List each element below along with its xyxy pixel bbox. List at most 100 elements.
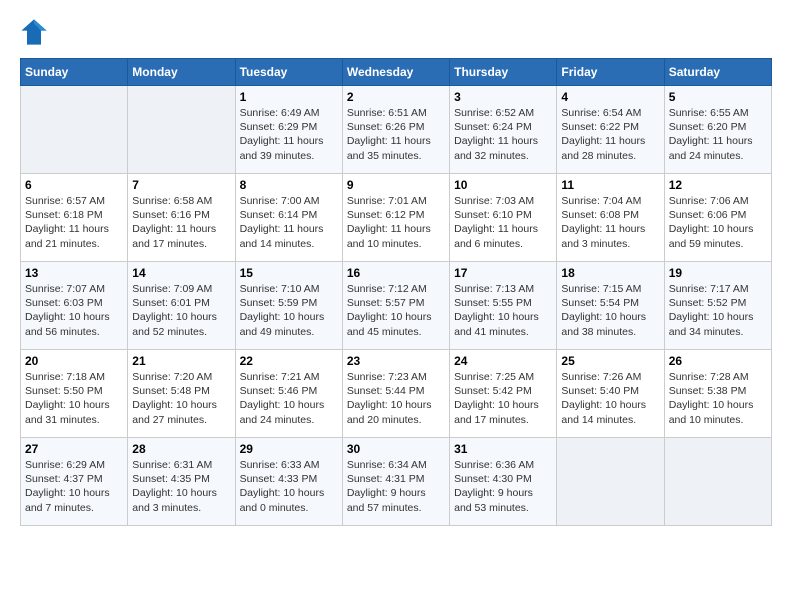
weekday-header-saturday: Saturday [664, 59, 771, 86]
weekday-header-wednesday: Wednesday [342, 59, 449, 86]
day-number: 1 [240, 90, 338, 104]
calendar-cell: 26 Sunrise: 7:28 AM Sunset: 5:38 PM Dayli… [664, 350, 771, 438]
day-number: 30 [347, 442, 445, 456]
day-info: Sunrise: 7:13 AM Sunset: 5:55 PM Dayligh… [454, 282, 552, 339]
day-info: Sunrise: 7:09 AM Sunset: 6:01 PM Dayligh… [132, 282, 230, 339]
day-info: Sunrise: 7:10 AM Sunset: 5:59 PM Dayligh… [240, 282, 338, 339]
logo [20, 20, 52, 48]
day-info: Sunrise: 7:28 AM Sunset: 5:38 PM Dayligh… [669, 370, 767, 427]
day-info: Sunrise: 6:58 AM Sunset: 6:16 PM Dayligh… [132, 194, 230, 251]
weekday-header-tuesday: Tuesday [235, 59, 342, 86]
day-info: Sunrise: 7:26 AM Sunset: 5:40 PM Dayligh… [561, 370, 659, 427]
calendar-cell [128, 86, 235, 174]
day-info: Sunrise: 7:01 AM Sunset: 6:12 PM Dayligh… [347, 194, 445, 251]
calendar-cell: 25 Sunrise: 7:26 AM Sunset: 5:40 PM Dayli… [557, 350, 664, 438]
day-number: 29 [240, 442, 338, 456]
day-info: Sunrise: 7:06 AM Sunset: 6:06 PM Dayligh… [669, 194, 767, 251]
calendar-cell: 17 Sunrise: 7:13 AM Sunset: 5:55 PM Dayli… [450, 262, 557, 350]
day-number: 4 [561, 90, 659, 104]
day-info: Sunrise: 6:49 AM Sunset: 6:29 PM Dayligh… [240, 106, 338, 163]
day-number: 8 [240, 178, 338, 192]
calendar-cell: 19 Sunrise: 7:17 AM Sunset: 5:52 PM Dayli… [664, 262, 771, 350]
day-info: Sunrise: 6:52 AM Sunset: 6:24 PM Dayligh… [454, 106, 552, 163]
day-number: 25 [561, 354, 659, 368]
calendar-cell [664, 438, 771, 526]
day-info: Sunrise: 7:20 AM Sunset: 5:48 PM Dayligh… [132, 370, 230, 427]
calendar-cell [21, 86, 128, 174]
day-number: 3 [454, 90, 552, 104]
weekday-header-friday: Friday [557, 59, 664, 86]
day-info: Sunrise: 7:23 AM Sunset: 5:44 PM Dayligh… [347, 370, 445, 427]
calendar-cell: 27 Sunrise: 6:29 AM Sunset: 4:37 PM Dayli… [21, 438, 128, 526]
weekday-header-sunday: Sunday [21, 59, 128, 86]
day-number: 11 [561, 178, 659, 192]
calendar-cell [557, 438, 664, 526]
weekday-header-thursday: Thursday [450, 59, 557, 86]
calendar-cell: 12Sunrise: 7:06 AM Sunset: 6:06 PM Dayli… [664, 174, 771, 262]
day-number: 10 [454, 178, 552, 192]
day-info: Sunrise: 6:36 AM Sunset: 4:30 PM Dayligh… [454, 458, 552, 515]
day-info: Sunrise: 6:54 AM Sunset: 6:22 PM Dayligh… [561, 106, 659, 163]
calendar-cell: 6Sunrise: 6:57 AM Sunset: 6:18 PM Daylig… [21, 174, 128, 262]
day-number: 24 [454, 354, 552, 368]
day-info: Sunrise: 7:00 AM Sunset: 6:14 PM Dayligh… [240, 194, 338, 251]
calendar-cell: 21 Sunrise: 7:20 AM Sunset: 5:48 PM Dayli… [128, 350, 235, 438]
day-number: 26 [669, 354, 767, 368]
day-number: 21 [132, 354, 230, 368]
day-info: Sunrise: 6:34 AM Sunset: 4:31 PM Dayligh… [347, 458, 445, 515]
day-number: 19 [669, 266, 767, 280]
day-number: 18 [561, 266, 659, 280]
calendar-cell: 20 Sunrise: 7:18 AM Sunset: 5:50 PM Dayli… [21, 350, 128, 438]
day-number: 2 [347, 90, 445, 104]
day-number: 14 [132, 266, 230, 280]
day-info: Sunrise: 7:18 AM Sunset: 5:50 PM Dayligh… [25, 370, 123, 427]
calendar-cell: 14 Sunrise: 7:09 AM Sunset: 6:01 PM Dayli… [128, 262, 235, 350]
day-number: 27 [25, 442, 123, 456]
logo-icon [20, 18, 48, 46]
calendar-table: SundayMondayTuesdayWednesdayThursdayFrid… [20, 58, 772, 526]
day-number: 6 [25, 178, 123, 192]
day-number: 20 [25, 354, 123, 368]
calendar-cell: 13 Sunrise: 7:07 AM Sunset: 6:03 PM Dayli… [21, 262, 128, 350]
day-info: Sunrise: 6:55 AM Sunset: 6:20 PM Dayligh… [669, 106, 767, 163]
day-info: Sunrise: 7:17 AM Sunset: 5:52 PM Dayligh… [669, 282, 767, 339]
day-number: 7 [132, 178, 230, 192]
day-info: Sunrise: 6:33 AM Sunset: 4:33 PM Dayligh… [240, 458, 338, 515]
calendar-cell: 30 Sunrise: 6:34 AM Sunset: 4:31 PM Dayli… [342, 438, 449, 526]
calendar-cell: 2 Sunrise: 6:51 AM Sunset: 6:26 PM Daylig… [342, 86, 449, 174]
day-number: 22 [240, 354, 338, 368]
calendar-cell: 4 Sunrise: 6:54 AM Sunset: 6:22 PM Daylig… [557, 86, 664, 174]
calendar-cell: 7 Sunrise: 6:58 AM Sunset: 6:16 PM Daylig… [128, 174, 235, 262]
calendar-cell: 24 Sunrise: 7:25 AM Sunset: 5:42 PM Dayli… [450, 350, 557, 438]
page-header [20, 20, 772, 48]
day-number: 5 [669, 90, 767, 104]
calendar-cell: 28 Sunrise: 6:31 AM Sunset: 4:35 PM Dayli… [128, 438, 235, 526]
day-info: Sunrise: 6:51 AM Sunset: 6:26 PM Dayligh… [347, 106, 445, 163]
day-number: 28 [132, 442, 230, 456]
calendar-cell: 10 Sunrise: 7:03 AM Sunset: 6:10 PM Dayli… [450, 174, 557, 262]
day-info: Sunrise: 7:25 AM Sunset: 5:42 PM Dayligh… [454, 370, 552, 427]
calendar-cell: 29 Sunrise: 6:33 AM Sunset: 4:33 PM Dayli… [235, 438, 342, 526]
calendar-cell: 31 Sunrise: 6:36 AM Sunset: 4:30 PM Dayli… [450, 438, 557, 526]
day-number: 16 [347, 266, 445, 280]
day-info: Sunrise: 7:04 AM Sunset: 6:08 PM Dayligh… [561, 194, 659, 251]
calendar-cell: 16 Sunrise: 7:12 AM Sunset: 5:57 PM Dayli… [342, 262, 449, 350]
day-number: 17 [454, 266, 552, 280]
weekday-header-monday: Monday [128, 59, 235, 86]
calendar-cell: 9Sunrise: 7:01 AM Sunset: 6:12 PM Daylig… [342, 174, 449, 262]
calendar-cell: 22 Sunrise: 7:21 AM Sunset: 5:46 PM Dayli… [235, 350, 342, 438]
day-info: Sunrise: 6:31 AM Sunset: 4:35 PM Dayligh… [132, 458, 230, 515]
day-info: Sunrise: 6:29 AM Sunset: 4:37 PM Dayligh… [25, 458, 123, 515]
day-info: Sunrise: 7:03 AM Sunset: 6:10 PM Dayligh… [454, 194, 552, 251]
day-number: 13 [25, 266, 123, 280]
day-number: 15 [240, 266, 338, 280]
calendar-cell: 15 Sunrise: 7:10 AM Sunset: 5:59 PM Dayli… [235, 262, 342, 350]
calendar-cell: 18 Sunrise: 7:15 AM Sunset: 5:54 PM Dayli… [557, 262, 664, 350]
day-info: Sunrise: 7:07 AM Sunset: 6:03 PM Dayligh… [25, 282, 123, 339]
calendar-cell: 23Sunrise: 7:23 AM Sunset: 5:44 PM Dayli… [342, 350, 449, 438]
day-info: Sunrise: 7:12 AM Sunset: 5:57 PM Dayligh… [347, 282, 445, 339]
day-number: 31 [454, 442, 552, 456]
day-info: Sunrise: 7:15 AM Sunset: 5:54 PM Dayligh… [561, 282, 659, 339]
day-info: Sunrise: 7:21 AM Sunset: 5:46 PM Dayligh… [240, 370, 338, 427]
calendar-cell: 5 Sunrise: 6:55 AM Sunset: 6:20 PM Daylig… [664, 86, 771, 174]
